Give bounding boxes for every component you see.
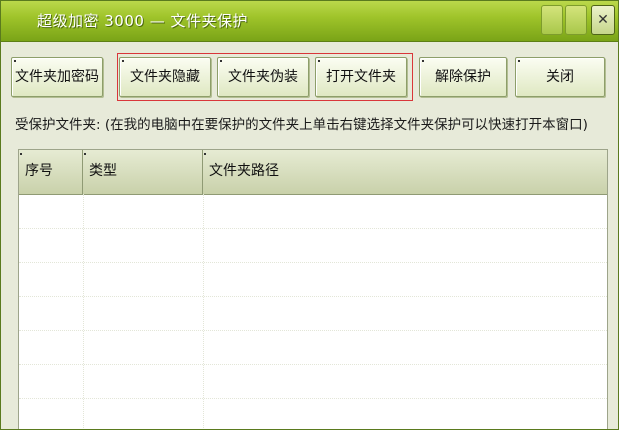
- remove-protection-button[interactable]: 解除保护: [419, 57, 507, 97]
- close-window-button[interactable]: ✕: [591, 5, 615, 35]
- row-divider: [19, 364, 607, 365]
- column-header-type[interactable]: 类型: [83, 150, 203, 194]
- column-header-path[interactable]: 文件夹路径: [203, 150, 607, 194]
- close-button[interactable]: 关闭: [515, 57, 605, 97]
- protected-folders-hint: 受保护文件夹: (在我的电脑中在要保护的文件夹上单击右键选择文件夹保护可以快速打…: [15, 117, 588, 133]
- window-title: 超级加密 3000 — 文件夹保护: [37, 12, 248, 30]
- folder-password-button[interactable]: 文件夹加密码: [11, 57, 103, 97]
- protected-folders-table[interactable]: 序号 类型 文件夹路径: [18, 149, 608, 429]
- column-header-index[interactable]: 序号: [19, 150, 83, 194]
- row-divider: [19, 330, 607, 331]
- toolbar: 文件夹加密码 文件夹隐藏 文件夹伪装 打开文件夹 解除保护 关闭: [11, 53, 611, 101]
- title-bar[interactable]: 超级加密 3000 — 文件夹保护 ✕: [1, 1, 618, 42]
- column-divider: [83, 194, 84, 429]
- row-divider: [19, 228, 607, 229]
- hide-folder-button[interactable]: 文件夹隐藏: [119, 57, 211, 97]
- main-window: 超级加密 3000 — 文件夹保护 ✕ 文件夹加密码 文件夹隐藏 文件夹伪装 打…: [0, 0, 619, 430]
- column-divider: [203, 194, 204, 429]
- row-divider: [19, 262, 607, 263]
- row-divider: [19, 296, 607, 297]
- close-icon: ✕: [597, 12, 609, 28]
- minimize-button[interactable]: [541, 5, 563, 35]
- disguise-folder-button[interactable]: 文件夹伪装: [217, 57, 309, 97]
- row-divider: [19, 398, 607, 399]
- open-folder-button[interactable]: 打开文件夹: [315, 57, 407, 97]
- table-header: 序号 类型 文件夹路径: [19, 150, 607, 195]
- maximize-button[interactable]: [565, 5, 587, 35]
